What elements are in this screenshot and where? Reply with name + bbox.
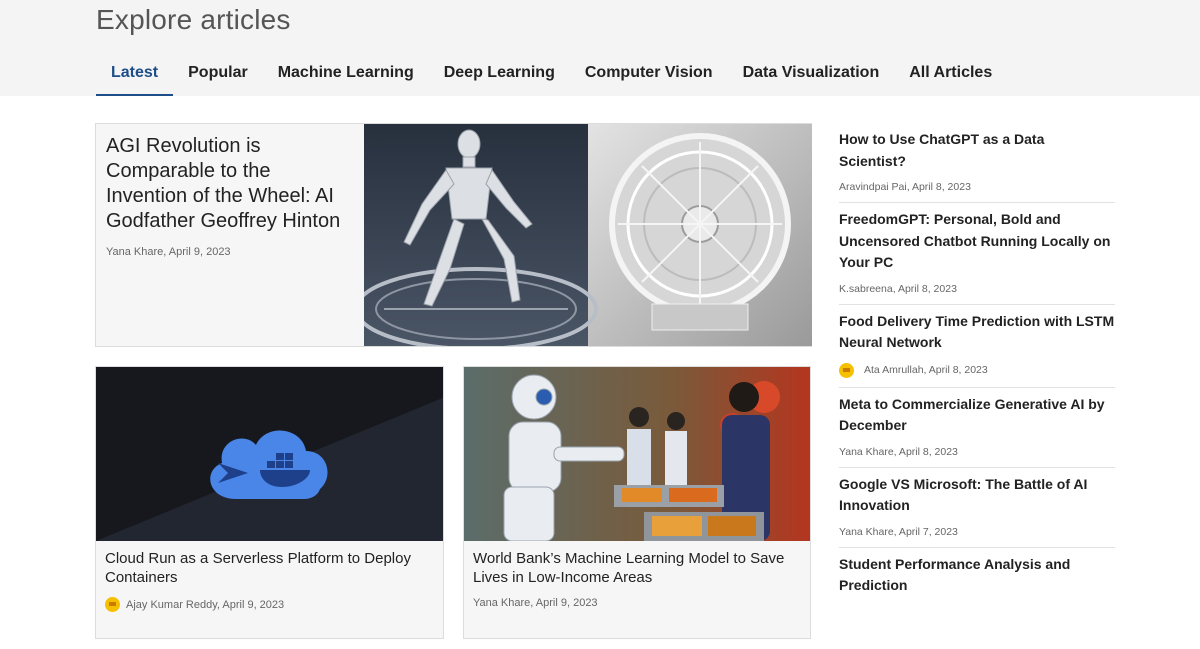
sidebar-article-meta: Aravindpai Pai, April 8, 2023 xyxy=(839,181,971,193)
sidebar-article-meta: Ata Amrullah, April 8, 2023 xyxy=(839,362,1115,378)
list-item[interactable]: How to Use ChatGPT as a Data Scientist? … xyxy=(839,123,1115,203)
sidebar-article-title[interactable]: Student Performance Analysis and Predict… xyxy=(839,554,1115,597)
article-card-title[interactable]: Cloud Run as a Serverless Platform to De… xyxy=(105,549,435,587)
featured-article-card[interactable]: AGI Revolution is Comparable to the Inve… xyxy=(95,123,812,347)
sidebar-article-title[interactable]: Google VS Microsoft: The Battle of AI In… xyxy=(839,474,1115,517)
list-item[interactable]: Meta to Commercialize Generative AI by D… xyxy=(839,388,1115,468)
tab-latest[interactable]: Latest xyxy=(96,56,174,96)
author-badge-icon xyxy=(839,362,854,378)
article-card-cloud-run[interactable]: Cloud Run as a Serverless Platform to De… xyxy=(95,366,444,639)
article-card-author-date: Yana Khare, April 9, 2023 xyxy=(473,597,598,609)
latest-articles-sidebar: How to Use ChatGPT as a Data Scientist? … xyxy=(839,123,1115,606)
sidebar-article-title[interactable]: Food Delivery Time Prediction with LSTM … xyxy=(839,311,1115,354)
tab-computer-vision[interactable]: Computer Vision xyxy=(570,56,728,96)
featured-article-meta: Yana Khare, April 9, 2023 xyxy=(106,246,231,258)
author-badge-icon xyxy=(105,597,120,612)
sidebar-article-author-date: Ata Amrullah, April 8, 2023 xyxy=(864,364,988,376)
article-card-meta: Yana Khare, April 9, 2023 xyxy=(473,597,802,609)
list-item[interactable]: Food Delivery Time Prediction with LSTM … xyxy=(839,305,1115,388)
sidebar-article-meta: K.sabreena, April 8, 2023 xyxy=(839,282,957,295)
sidebar-article-meta: Yana Khare, April 8, 2023 xyxy=(839,445,958,458)
page-title: Explore articles xyxy=(96,4,291,35)
article-card-image[interactable] xyxy=(464,367,810,541)
tab-all-articles[interactable]: All Articles xyxy=(894,56,1007,96)
tab-machine-learning[interactable]: Machine Learning xyxy=(263,56,429,96)
tab-data-visualization[interactable]: Data Visualization xyxy=(728,56,895,96)
list-item[interactable]: Student Performance Analysis and Predict… xyxy=(839,548,1115,606)
sidebar-article-title[interactable]: FreedomGPT: Personal, Bold and Uncensore… xyxy=(839,209,1115,274)
article-card-image[interactable] xyxy=(96,367,443,541)
featured-article-image[interactable] xyxy=(364,124,812,346)
sidebar-article-title[interactable]: Meta to Commercialize Generative AI by D… xyxy=(839,394,1115,437)
article-card-world-bank[interactable]: World Bank’s Machine Learning Model to S… xyxy=(463,366,811,639)
article-tabs: Latest Popular Machine Learning Deep Lea… xyxy=(96,56,1007,96)
list-item[interactable]: Google VS Microsoft: The Battle of AI In… xyxy=(839,468,1115,548)
page-header: Explore articles Latest Popular Machine … xyxy=(0,0,1200,96)
list-item[interactable]: FreedomGPT: Personal, Bold and Uncensore… xyxy=(839,203,1115,305)
tab-deep-learning[interactable]: Deep Learning xyxy=(429,56,570,96)
article-card-title[interactable]: World Bank’s Machine Learning Model to S… xyxy=(473,549,802,587)
featured-article-title[interactable]: AGI Revolution is Comparable to the Inve… xyxy=(106,134,356,234)
article-card-meta: Ajay Kumar Reddy, April 9, 2023 xyxy=(105,597,435,612)
sidebar-article-meta: Yana Khare, April 7, 2023 xyxy=(839,525,958,538)
sidebar-article-title[interactable]: How to Use ChatGPT as a Data Scientist? xyxy=(839,129,1115,172)
tab-popular[interactable]: Popular xyxy=(173,56,263,96)
article-card-author-date: Ajay Kumar Reddy, April 9, 2023 xyxy=(126,598,285,611)
